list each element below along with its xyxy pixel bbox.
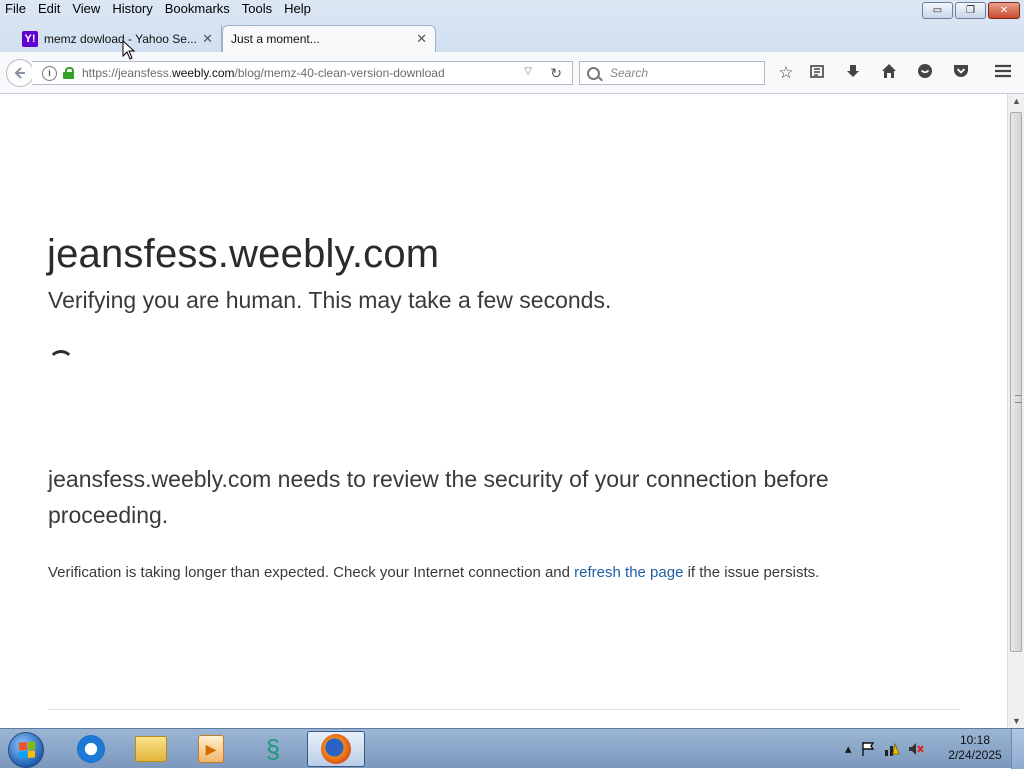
vertical-scrollbar[interactable]: ▲ ▼ (1007, 94, 1024, 728)
windows-taskbar: e ▶ § ▴ 10:18 2/24/2025 (0, 728, 1024, 769)
mouse-cursor-icon (122, 40, 136, 60)
volume-muted-icon[interactable] (908, 741, 924, 757)
tab-just-a-moment[interactable]: Just a moment... ✕ (222, 25, 436, 52)
address-bar[interactable]: i https://jeansfess.weebly.com/blog/memz… (32, 61, 573, 85)
system-tray: ▴ (845, 729, 924, 769)
star-icon[interactable]: ☆ (775, 63, 797, 83)
hamburger-menu-icon[interactable] (992, 63, 1014, 84)
restore-button[interactable]: ❐ (955, 2, 986, 19)
verifying-message: Verifying you are human. This may take a… (48, 287, 612, 313)
detail-text-before: Verification is taking longer than expec… (48, 564, 575, 581)
menu-file[interactable]: File (0, 0, 32, 18)
menu-edit[interactable]: Edit (32, 0, 66, 18)
close-tab-icon[interactable]: ✕ (416, 31, 427, 47)
search-icon (587, 66, 600, 80)
clock-time: 10:18 (959, 733, 991, 747)
tab-yahoo-search[interactable]: Y! memz dowload - Yahoo Se... ✕ (14, 25, 222, 52)
detail-text-after: if the issue persists. (683, 564, 820, 581)
yahoo-icon: Y! (22, 30, 38, 47)
menu-history[interactable]: History (106, 0, 158, 18)
menu-bookmarks[interactable]: Bookmarks (159, 0, 236, 18)
back-arrow-icon (14, 67, 25, 79)
site-heading: jeansfess.weebly.com (47, 232, 440, 276)
url-prefix: https://jeansfess. (82, 66, 173, 80)
lock-icon[interactable] (63, 67, 74, 79)
security-notice: jeansfess.weebly.com needs to review the… (48, 466, 829, 528)
menu-view[interactable]: View (66, 0, 106, 18)
url-path: /blog/memz-40-clean-version-download (234, 66, 445, 80)
url-host: weebly.com (172, 66, 235, 80)
close-tab-icon[interactable]: ✕ (202, 31, 213, 47)
url-dropdown-icon[interactable]: ▽ (524, 66, 532, 77)
window-controls: ▭ ❐ ✕ (922, 2, 1020, 19)
scroll-down-arrow-icon[interactable]: ▼ (1012, 716, 1021, 726)
divider (48, 709, 960, 710)
menu-help[interactable]: Help (278, 0, 317, 18)
menu-tools[interactable]: Tools (236, 0, 278, 18)
tab-title: Just a moment... (231, 32, 320, 46)
scrollbar-thumb[interactable] (1010, 112, 1022, 652)
info-icon[interactable]: i (42, 65, 57, 81)
scroll-up-arrow-icon[interactable]: ▲ (1012, 96, 1021, 106)
media-player-icon[interactable]: ▶ (182, 731, 240, 767)
chat-icon[interactable] (914, 63, 936, 84)
close-window-button[interactable]: ✕ (988, 2, 1020, 19)
page-content: jeansfess.weebly.com Verifying you are h… (0, 94, 1007, 728)
network-icon[interactable] (884, 741, 900, 757)
dragon-app-icon[interactable]: § (244, 731, 302, 767)
navigation-toolbar: i https://jeansfess.weebly.com/blog/memz… (0, 52, 1024, 94)
system-clock[interactable]: 10:18 2/24/2025 (940, 733, 1010, 763)
menu-bar: File Edit View History Bookmarks Tools H… (0, 0, 900, 18)
browser-chrome: File Edit View History Bookmarks Tools H… (0, 0, 1024, 94)
reading-list-icon[interactable] (806, 63, 828, 84)
start-button[interactable] (8, 732, 44, 768)
show-hidden-icons-icon[interactable]: ▴ (845, 741, 852, 757)
windows-logo-icon (19, 741, 35, 759)
url-text[interactable]: https://jeansfess.weebly.com/blog/memz-4… (82, 66, 445, 80)
firefox-icon[interactable] (307, 731, 365, 767)
clock-date: 2/24/2025 (948, 748, 1002, 762)
refresh-page-link[interactable]: refresh the page (574, 564, 683, 581)
loading-spinner-icon (48, 350, 74, 376)
tab-strip: Y! memz dowload - Yahoo Se... ✕ Just a m… (0, 24, 1024, 72)
minimize-button[interactable]: ▭ (922, 2, 953, 19)
download-icon[interactable] (842, 63, 864, 84)
reload-icon[interactable]: ↻ (550, 65, 562, 82)
verification-detail: Verification is taking longer than expec… (48, 564, 819, 581)
search-box[interactable]: Search (579, 61, 765, 85)
file-explorer-icon[interactable] (122, 731, 180, 767)
internet-explorer-icon[interactable]: e (62, 731, 120, 767)
pocket-icon[interactable] (950, 63, 972, 84)
back-button[interactable] (6, 59, 34, 87)
search-placeholder: Search (610, 66, 649, 80)
show-desktop-button[interactable] (1011, 729, 1024, 769)
action-center-flag-icon[interactable] (860, 741, 876, 757)
home-icon[interactable] (878, 63, 900, 84)
